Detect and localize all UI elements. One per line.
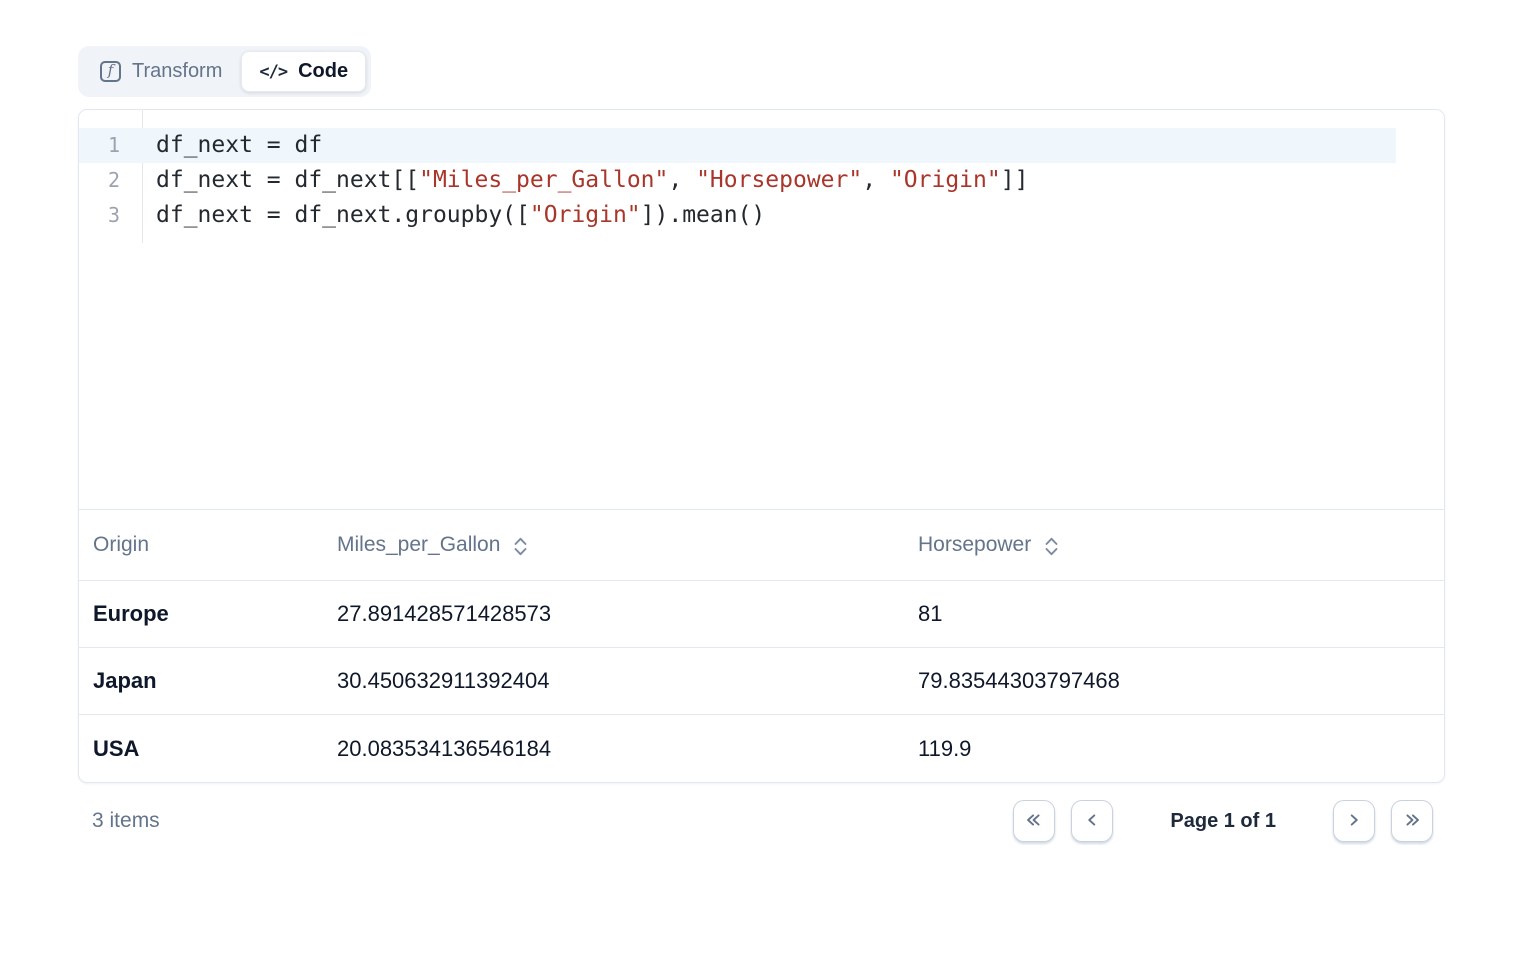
function-icon: f — [100, 61, 121, 82]
cell-miles-per-gallon: 30.450632911392404 — [323, 668, 904, 694]
chevrons-right-icon — [1401, 809, 1423, 834]
table-row: USA 20.083534136546184 119.9 — [79, 715, 1444, 782]
table-row: Europe 27.891428571428573 81 — [79, 581, 1444, 648]
code-line: 3 df_next = df_next.groupby(["Origin"]).… — [79, 198, 1444, 233]
cell-miles-per-gallon: 20.083534136546184 — [323, 736, 904, 762]
column-header-miles-per-gallon[interactable]: Miles_per_Gallon — [323, 533, 904, 557]
cell-miles-per-gallon: 27.891428571428573 — [323, 601, 904, 627]
cell-origin: Europe — [79, 601, 323, 627]
tab-code-label: Code — [298, 60, 348, 83]
line-number: 2 — [79, 163, 142, 198]
chevron-left-icon — [1081, 809, 1103, 834]
sort-icon[interactable] — [513, 536, 528, 557]
line-number: 1 — [79, 128, 142, 163]
sort-icon[interactable] — [1044, 536, 1059, 557]
table-footer: 3 items Page 1 of 1 — [78, 800, 1445, 842]
transform-widget: f Transform </> Code 1 df_next = df 2 df… — [78, 46, 1445, 842]
cell-origin: Japan — [79, 668, 323, 694]
code-text: df_next = df_next.groupby(["Origin"]).me… — [142, 198, 765, 233]
tab-transform[interactable]: f Transform — [83, 51, 239, 92]
code-line: 2 df_next = df_next[["Miles_per_Gallon",… — [79, 163, 1444, 198]
tab-transform-label: Transform — [132, 60, 222, 83]
last-page-button[interactable] — [1391, 800, 1433, 842]
tab-bar: f Transform </> Code — [78, 46, 371, 97]
code-lines: 1 df_next = df 2 df_next = df_next[["Mil… — [79, 110, 1444, 233]
panel: 1 df_next = df 2 df_next = df_next[["Mil… — [78, 109, 1445, 783]
tab-code[interactable]: </> Code — [241, 51, 366, 92]
next-page-button[interactable] — [1333, 800, 1375, 842]
first-page-button[interactable] — [1013, 800, 1055, 842]
cell-origin: USA — [79, 736, 323, 762]
prev-page-button[interactable] — [1071, 800, 1113, 842]
table-header-row: Origin Miles_per_Gallon Horsepower — [79, 510, 1444, 581]
column-header-horsepower[interactable]: Horsepower — [904, 533, 1444, 557]
column-header-origin: Origin — [79, 533, 323, 557]
cell-horsepower: 81 — [904, 601, 1444, 627]
cell-horsepower: 79.83544303797468 — [904, 668, 1444, 694]
cell-horsepower: 119.9 — [904, 736, 1444, 762]
code-editor[interactable]: 1 df_next = df 2 df_next = df_next[["Mil… — [79, 110, 1444, 510]
items-count: 3 items — [92, 809, 160, 833]
table-row: Japan 30.450632911392404 79.835443037974… — [79, 648, 1444, 715]
code-line-active: 1 df_next = df — [79, 128, 1444, 163]
code-text: df_next = df_next[["Miles_per_Gallon", "… — [142, 163, 1028, 198]
page-indicator: Page 1 of 1 — [1170, 810, 1276, 833]
chevrons-left-icon — [1023, 809, 1045, 834]
code-icon: </> — [259, 62, 287, 82]
line-number: 3 — [79, 198, 142, 233]
chevron-right-icon — [1343, 809, 1365, 834]
code-text: df_next = df — [142, 128, 322, 163]
pagination: Page 1 of 1 — [1013, 800, 1433, 842]
